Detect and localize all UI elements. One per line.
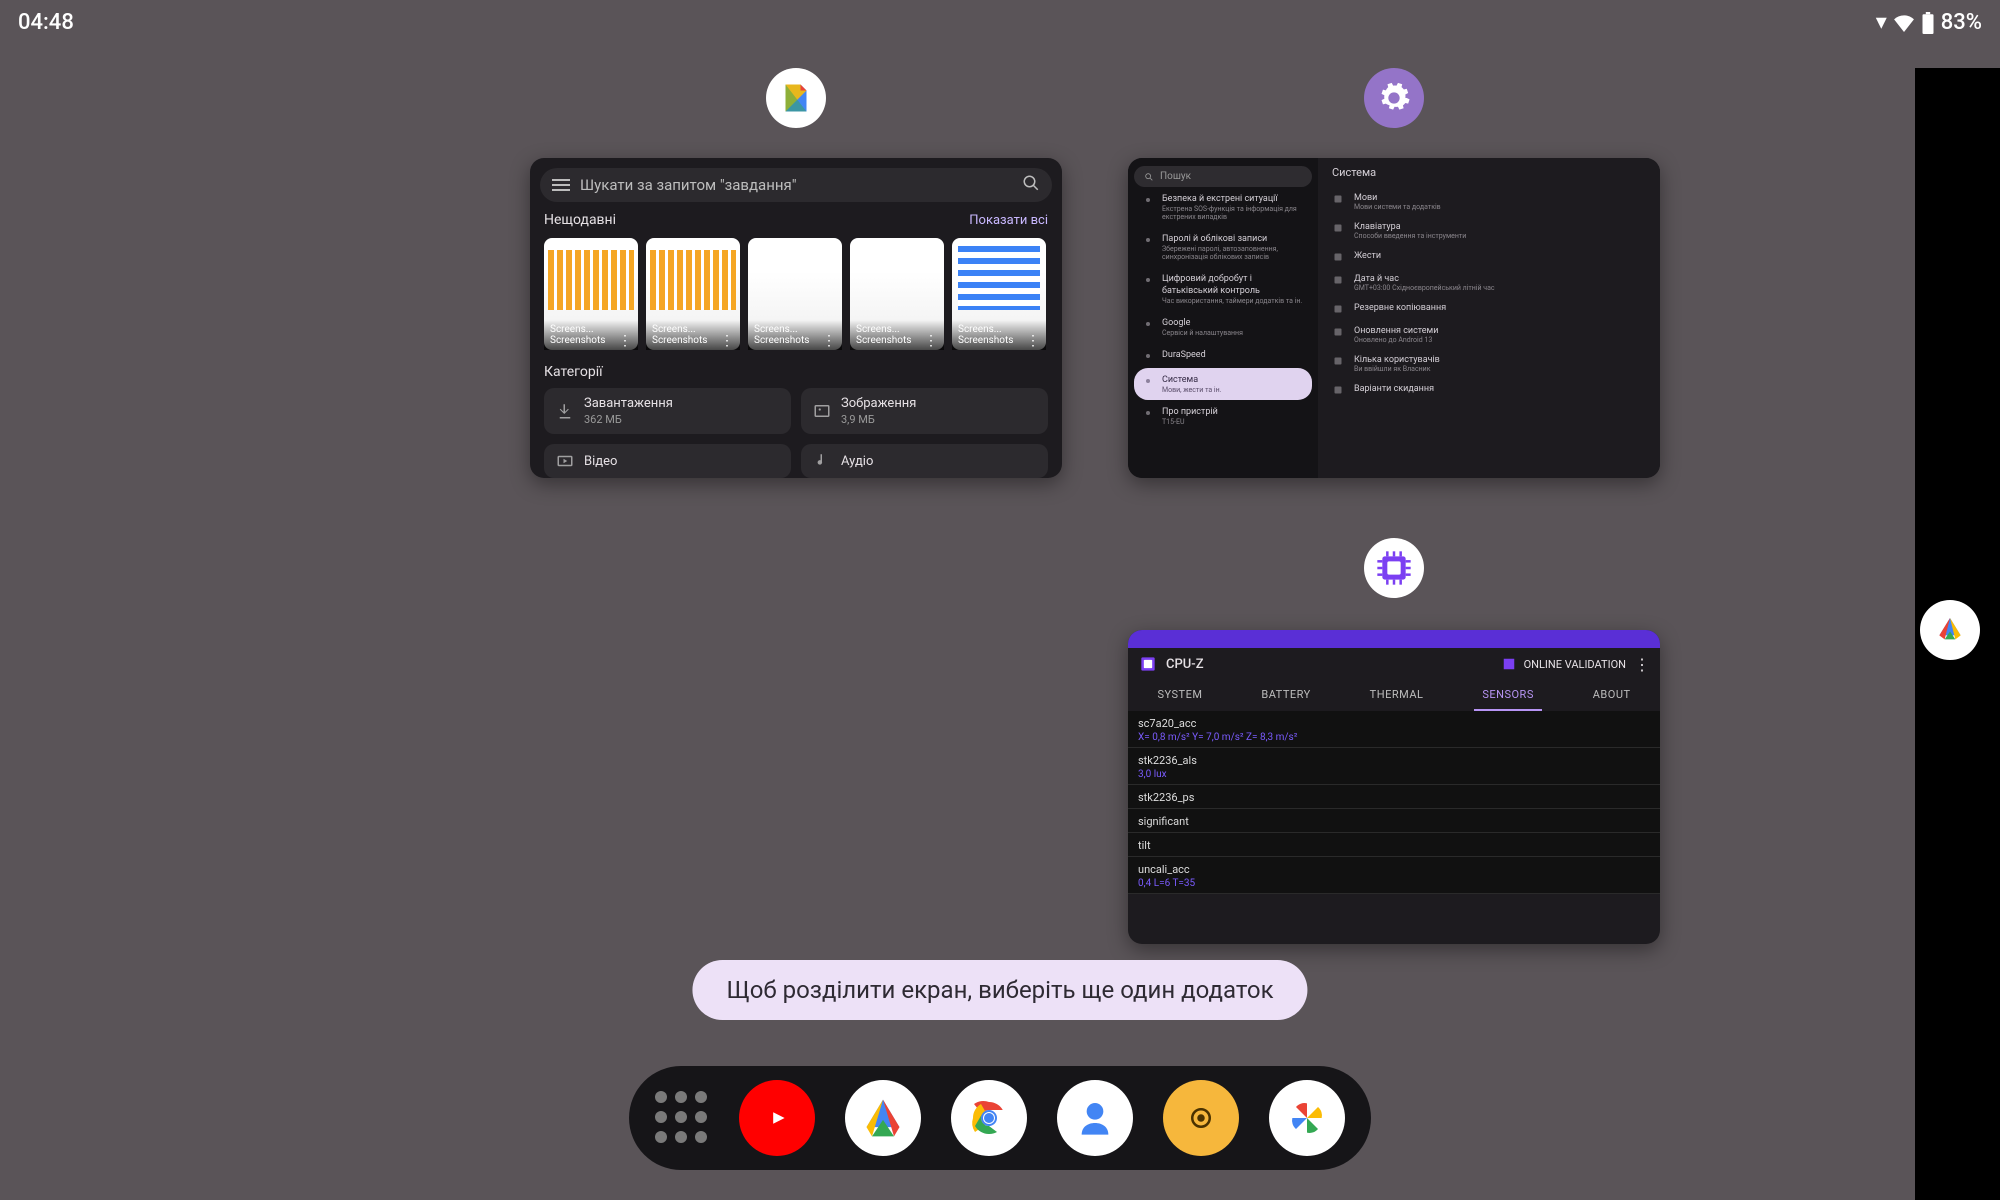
cpuz-tab[interactable]: THERMAL xyxy=(1362,688,1432,711)
cpuz-title: CPU-Z xyxy=(1166,657,1204,672)
cpuz-tabs: SYSTEM BATTERY THERMAL SENSORS ABOUT xyxy=(1128,680,1660,711)
recents-card-files[interactable]: Шукати за запитом "завдання" Нещодавні П… xyxy=(530,158,1062,478)
files-recent-label: Нещодавні xyxy=(544,212,616,228)
settings-detail-item[interactable]: КлавіатураСпособи введення та інструмент… xyxy=(1332,216,1646,245)
cpuz-validate[interactable]: ONLINE VALIDATION xyxy=(1524,658,1626,671)
recents-card-settings[interactable]: Пошук Безпека й екстрені ситуаціїЕкстрен… xyxy=(1128,158,1660,478)
recents-card-cpuz[interactable]: CPU-Z ONLINE VALIDATION ⋮ SYSTEM BATTERY T… xyxy=(1128,630,1660,944)
battery-icon xyxy=(1921,12,1935,34)
settings-nav-item[interactable]: DuraSpeed xyxy=(1134,343,1312,368)
cpuz-tab[interactable]: SYSTEM xyxy=(1149,688,1210,711)
dock-app-5[interactable] xyxy=(1163,1080,1239,1156)
settings-detail-item[interactable]: Оновлення системиОновлено до Android 13 xyxy=(1332,320,1646,349)
cpuz-app-icon[interactable] xyxy=(1364,538,1424,598)
files-cat-audio[interactable]: Аудіо xyxy=(801,444,1048,478)
settings-detail-item[interactable]: Жести xyxy=(1332,245,1646,268)
search-icon[interactable] xyxy=(1022,174,1040,196)
settings-app-icon[interactable] xyxy=(1364,68,1424,128)
wifi-icon xyxy=(1893,14,1915,32)
files-cat-downloads[interactable]: Завантаження362 МБ xyxy=(544,388,791,434)
split-screen-toast: Щоб розділити екран, виберіть ще один до… xyxy=(692,960,1307,1020)
settings-panel-title: Система xyxy=(1332,166,1646,179)
files-categories-label: Категорії xyxy=(544,364,1048,380)
file-thumb[interactable]: Screens...Screenshots⋮ xyxy=(748,238,842,350)
cpuz-sensor-row: stk2236_ps xyxy=(1128,785,1660,809)
cpuz-tab[interactable]: SENSORS xyxy=(1474,688,1542,711)
settings-search[interactable]: Пошук xyxy=(1134,166,1312,187)
settings-nav-item[interactable]: GoogleСервіси й налаштування xyxy=(1134,311,1312,343)
file-thumb[interactable]: Screens...Screenshots⋮ xyxy=(544,238,638,350)
cpuz-sensor-row: significant xyxy=(1128,809,1660,833)
dock xyxy=(629,1066,1371,1170)
settings-detail-item[interactable]: Варіанти скидання xyxy=(1332,378,1646,401)
validate-icon xyxy=(1502,657,1516,671)
cpuz-tab[interactable]: ABOUT xyxy=(1585,688,1639,711)
app-drawer-button[interactable] xyxy=(655,1091,709,1145)
files-cat-images[interactable]: Зображення3,9 МБ xyxy=(801,388,1048,434)
files-search-placeholder: Шукати за запитом "завдання" xyxy=(580,176,1012,194)
files-search-bar[interactable]: Шукати за запитом "завдання" xyxy=(540,168,1052,202)
file-thumb[interactable]: Screens...Screenshots⋮ xyxy=(646,238,740,350)
files-thumbnails: Screens...Screenshots⋮ Screens...Screens… xyxy=(544,238,1048,350)
settings-nav-item[interactable]: СистемаМови, жести та ін. xyxy=(1134,368,1312,400)
settings-detail-item[interactable]: Дата й часGMT+03:00 Східноєвропейський л… xyxy=(1332,268,1646,297)
settings-nav-item[interactable]: Цифровий добробут і батьківський контрол… xyxy=(1134,267,1312,311)
file-thumb[interactable]: Screens...Screenshots⋮ xyxy=(850,238,944,350)
dock-app-photos[interactable] xyxy=(1269,1080,1345,1156)
settings-detail-item[interactable]: Резервне копіювання xyxy=(1332,297,1646,320)
settings-nav-item[interactable]: Безпека й екстрені ситуаціїЕкстрена SOS-… xyxy=(1134,187,1312,227)
dock-app-browser[interactable] xyxy=(845,1080,921,1156)
settings-detail-item[interactable]: Кілька користувачівВи ввійшли як Власник xyxy=(1332,349,1646,378)
cpuz-tab[interactable]: BATTERY xyxy=(1253,688,1318,711)
dock-app-contacts[interactable] xyxy=(1057,1080,1133,1156)
cpuz-sensor-row: stk2236_als3,0 lux xyxy=(1128,748,1660,785)
status-battery: 83% xyxy=(1941,10,1982,35)
dock-app-youtube[interactable] xyxy=(739,1080,815,1156)
settings-detail-item[interactable]: МовиМови системи та додатків xyxy=(1332,187,1646,216)
files-cat-video[interactable]: Відео xyxy=(544,444,791,478)
cpuz-sensor-row: uncali_acc0,4 L=6 T=35 xyxy=(1128,857,1660,894)
settings-nav-item[interactable]: Про пристрійT15-EU xyxy=(1134,400,1312,432)
file-thumb[interactable]: Screens...Screenshots⋮ xyxy=(952,238,1046,350)
settings-nav-item[interactable]: Паролі й облікові записиЗбережені паролі… xyxy=(1134,227,1312,267)
cpuz-sensor-row: sc7a20_accX= 0,8 m/s² Y= 7,0 m/s² Z= 8,3… xyxy=(1128,711,1660,748)
cpuz-sensor-row: tilt xyxy=(1128,833,1660,857)
files-app-icon[interactable] xyxy=(766,68,826,128)
split-app-playstore[interactable] xyxy=(1920,600,1980,660)
cpuz-logo-icon xyxy=(1138,654,1158,674)
recents-overview: Шукати за запитом "завдання" Нещодавні П… xyxy=(0,30,1915,950)
hamburger-icon[interactable] xyxy=(552,179,570,191)
dock-app-chrome[interactable] xyxy=(951,1080,1027,1156)
overflow-icon[interactable]: ⋮ xyxy=(1634,655,1650,674)
files-show-all[interactable]: Показати всі xyxy=(969,213,1048,228)
